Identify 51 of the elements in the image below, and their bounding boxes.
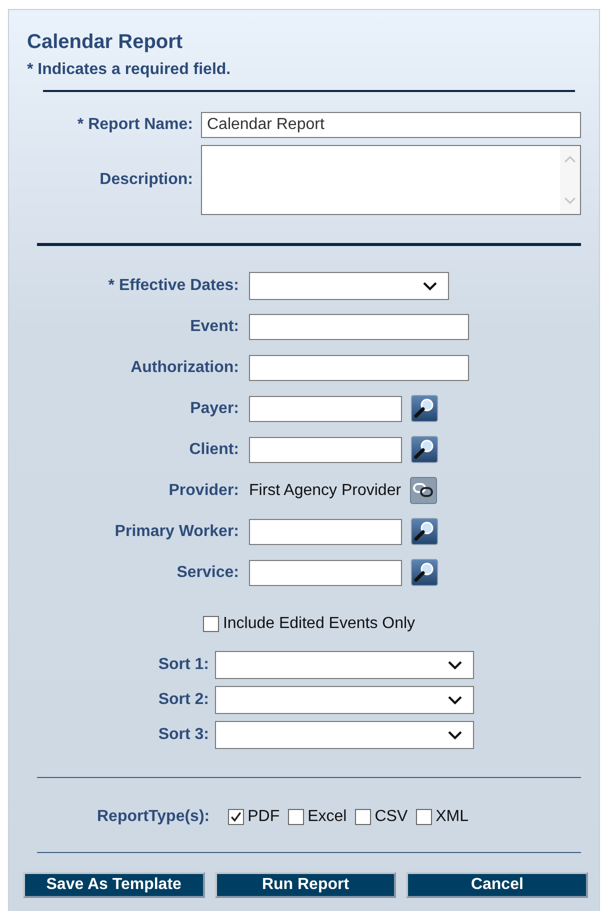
input-field[interactable] <box>249 436 402 462</box>
search-icon[interactable] <box>411 436 438 463</box>
action-button[interactable]: Run Report <box>214 872 396 898</box>
checkbox[interactable] <box>288 809 304 825</box>
field-label: Payer: <box>190 400 239 418</box>
checkbox[interactable] <box>354 809 371 825</box>
field-label: ReportType(s): <box>97 808 210 826</box>
checkbox[interactable] <box>416 809 432 825</box>
field-label: Client: <box>189 440 239 458</box>
field-label: * Effective Dates: <box>108 276 239 294</box>
search-icon[interactable] <box>411 395 438 422</box>
text-area[interactable] <box>201 145 581 215</box>
field-label: Description: <box>100 171 193 189</box>
search-icon[interactable] <box>411 518 438 545</box>
link-icon[interactable] <box>410 477 438 504</box>
dropdown[interactable] <box>215 686 474 714</box>
checkbox-option[interactable]: XML <box>416 808 469 826</box>
checkbox-option[interactable]: CSV <box>354 808 408 826</box>
field-label: Sort 1: <box>158 656 209 674</box>
field-label: Authorization: <box>130 358 239 376</box>
action-button[interactable]: Cancel <box>406 872 588 898</box>
field-label: * Report Name: <box>77 116 193 134</box>
field-value: First Agency Provider <box>249 482 402 500</box>
caret-icon <box>447 660 463 670</box>
checkbox-option[interactable]: PDF <box>228 808 280 826</box>
input-field[interactable] <box>249 354 469 380</box>
field-label: Sort 3: <box>158 726 209 744</box>
action-button[interactable]: Save As Template <box>23 872 205 898</box>
checkbox[interactable] <box>202 616 219 632</box>
field-label: Primary Worker: <box>114 522 239 540</box>
form-title: Calendar Report <box>27 30 183 54</box>
caret-icon <box>447 730 463 740</box>
required-note: * Indicates a required field. <box>27 60 231 80</box>
search-icon[interactable] <box>411 559 438 586</box>
dropdown[interactable] <box>215 651 474 679</box>
input-field[interactable] <box>249 314 469 340</box>
input-field[interactable] <box>249 396 402 422</box>
checkbox[interactable] <box>228 809 244 825</box>
field-label: Service: <box>176 564 239 582</box>
checkbox-option[interactable]: Include Edited Events Only <box>202 615 416 633</box>
field-label: Sort 2: <box>158 691 209 709</box>
input-field[interactable] <box>249 518 402 544</box>
input-field[interactable]: Calendar Report <box>201 112 581 138</box>
checkbox-option[interactable]: Excel <box>288 808 347 826</box>
caret-icon <box>447 695 463 705</box>
caret-icon <box>422 280 438 290</box>
dropdown[interactable] <box>215 721 474 749</box>
dropdown[interactable] <box>249 272 449 300</box>
input-field[interactable] <box>249 560 402 586</box>
field-label: Event: <box>190 318 239 336</box>
field-label: Provider: <box>168 482 239 500</box>
